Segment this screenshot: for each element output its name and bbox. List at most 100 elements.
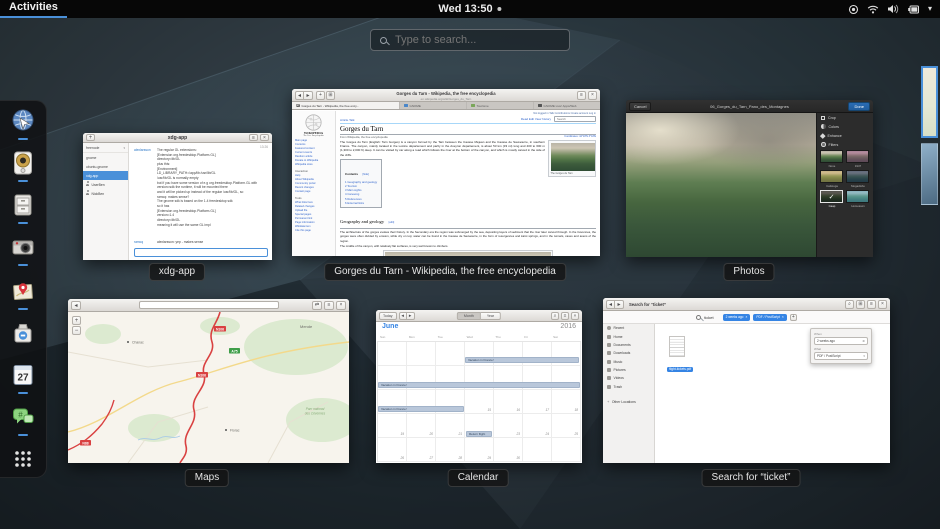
- calendar-cell[interactable]: [407, 342, 436, 366]
- workspace-thumbnail-1[interactable]: [921, 66, 938, 138]
- calendar-cell[interactable]: [523, 438, 552, 462]
- room-item[interactable]: ubuntu-gnome: [83, 162, 128, 171]
- sidebar-item-videos[interactable]: Videos: [603, 374, 654, 382]
- dock-item-calendar[interactable]: 27: [10, 362, 36, 388]
- calendar-cell[interactable]: [378, 342, 407, 366]
- calendar-cell[interactable]: 29: [465, 438, 494, 462]
- add-room-button[interactable]: +: [86, 134, 95, 141]
- calendar-cell[interactable]: 26: [378, 438, 407, 462]
- window-maps[interactable]: ◂ ⇄ ≡ × N106 A75: [68, 299, 349, 463]
- calendar-cell[interactable]: 24: [523, 414, 552, 438]
- dock-item-rhythmbox[interactable]: [10, 150, 36, 176]
- wiki-personal-bar[interactable]: Not logged in Talk Contributions Create …: [533, 112, 596, 115]
- calendar-cell[interactable]: 25: [552, 414, 581, 438]
- message-input[interactable]: [134, 248, 268, 257]
- sidebar-item-trash[interactable]: Trash: [603, 383, 654, 391]
- filter-calistoga[interactable]: Calistoga: [820, 170, 844, 188]
- wiki-tabs-left[interactable]: Article Talk: [340, 118, 354, 122]
- dock-item-web-browser[interactable]: [10, 108, 36, 134]
- search-input[interactable]: [395, 34, 560, 46]
- activities-button[interactable]: Activities: [0, 0, 67, 18]
- menu-icon[interactable]: ≡: [249, 134, 258, 141]
- calendar-cell[interactable]: 20: [407, 414, 436, 438]
- dock-item-polari[interactable]: #: [10, 404, 36, 430]
- wiki-tools-links[interactable]: What links here Related changes Upload f…: [295, 201, 332, 233]
- tool-crop[interactable]: Crop: [817, 113, 873, 122]
- new-tab-icon[interactable]: +: [316, 91, 325, 100]
- tab-wikipedia[interactable]: WGorges du Tarn - Wikipedia, the free en…: [292, 102, 400, 109]
- workspace-thumbnail-2[interactable]: [921, 143, 938, 205]
- dock-item-maps[interactable]: [10, 278, 36, 304]
- article-image-box[interactable]: The Gorges du Tarn: [548, 140, 596, 177]
- article-coordinates[interactable]: Coordinates: 44°18′N 3°18′E: [564, 135, 596, 139]
- calendar-cell[interactable]: 28: [436, 438, 465, 462]
- room-item-active[interactable]: xdg-app: [83, 171, 128, 180]
- calendar-cell[interactable]: 27: [407, 438, 436, 462]
- tool-enhance[interactable]: Enhance: [817, 131, 873, 140]
- year-view-toggle[interactable]: Year: [481, 312, 501, 320]
- view-toggle-icon[interactable]: ⊞: [856, 300, 865, 309]
- cancel-button[interactable]: Cancel: [629, 102, 651, 111]
- dock-item-files[interactable]: [10, 192, 36, 218]
- user-item[interactable]: UserBen: [83, 180, 128, 189]
- user-item[interactable]: NickBen: [83, 189, 128, 198]
- system-status-area[interactable]: ▾: [848, 0, 932, 18]
- filter-chip-date[interactable]: 2 weeks ago×: [723, 314, 751, 321]
- search-query[interactable]: ticket: [704, 315, 713, 320]
- clock-button[interactable]: Wed 13:50: [438, 3, 501, 15]
- overview-search[interactable]: [370, 29, 570, 51]
- window-photos[interactable]: Cancel 06_Gorges_du_Tarn_Pano_des_Montag…: [626, 100, 873, 257]
- zo om-in-button[interactable]: +: [72, 316, 81, 325]
- calendar-cell[interactable]: [436, 342, 465, 366]
- today-button[interactable]: Today: [379, 312, 397, 320]
- pages-icon[interactable]: ⊞: [326, 91, 335, 100]
- calendar-cell[interactable]: [552, 438, 581, 462]
- filter-1947[interactable]: 1947: [846, 150, 870, 168]
- zoom-out-button[interactable]: −: [72, 326, 81, 335]
- back-icon[interactable]: ◂: [295, 91, 304, 100]
- menu-icon[interactable]: ≡: [867, 300, 876, 309]
- tool-colors[interactable]: Colors: [817, 122, 873, 131]
- event-bar[interactable]: Vacation in France!: [378, 406, 464, 412]
- network-selector[interactable]: freenode ▾: [83, 143, 128, 153]
- dock-item-software[interactable]: [10, 320, 36, 346]
- close-icon[interactable]: ×: [588, 91, 597, 100]
- window-calendar[interactable]: Today ◂ ▸ Month Year ⌕ ≡ × June 2016 Sun…: [376, 310, 582, 463]
- calendar-cell[interactable]: 18: [552, 390, 581, 414]
- filter-hometown[interactable]: Hometown: [846, 190, 870, 208]
- prev-month-icon[interactable]: ◂: [399, 312, 407, 320]
- filter-chip-type[interactable]: PDF / PostScript×: [753, 314, 786, 321]
- forward-icon[interactable]: ▸: [304, 91, 313, 100]
- sidebar-item-recent[interactable]: Recent: [603, 324, 654, 332]
- tool-filters[interactable]: Filters: [817, 140, 873, 149]
- maps-search-input[interactable]: [139, 301, 279, 309]
- search-icon[interactable]: ⌕: [551, 312, 559, 320]
- calendar-cell[interactable]: 19: [378, 414, 407, 438]
- contents-hide-link[interactable]: [hide]: [362, 173, 368, 176]
- sidebar-item-other-locations[interactable]: +Other Locations: [603, 397, 654, 406]
- back-icon[interactable]: ◂: [606, 300, 615, 309]
- tab-tourisme[interactable]: Tourisme: [467, 102, 534, 109]
- tab-gnome-live[interactable]: GNOME Live! Apps/Web: [534, 102, 600, 109]
- what-select[interactable]: PDF / PostScript▾: [814, 352, 868, 360]
- menu-icon[interactable]: ≡: [324, 301, 334, 310]
- calendar-cell[interactable]: 17: [523, 390, 552, 414]
- menu-icon[interactable]: ≡: [561, 312, 569, 320]
- event-bar[interactable]: Vacation in France!: [465, 357, 579, 363]
- close-icon[interactable]: ×: [260, 134, 269, 141]
- dock-item-show-applications[interactable]: [10, 446, 36, 472]
- when-select[interactable]: 2 weeks ago⊗: [814, 337, 868, 345]
- file-item[interactable]: flight-tickets.pdf: [667, 336, 687, 375]
- room-item[interactable]: gnome: [83, 153, 128, 162]
- event-bar[interactable]: Vacation in France!: [378, 382, 580, 388]
- next-month-icon[interactable]: ▸: [407, 312, 415, 320]
- close-icon[interactable]: ×: [878, 300, 887, 309]
- wiki-search-input[interactable]: [554, 116, 596, 122]
- filter-none[interactable]: None: [820, 150, 844, 168]
- calendar-cell[interactable]: 23: [494, 414, 523, 438]
- forward-icon[interactable]: ▸: [615, 300, 624, 309]
- back-icon[interactable]: ◂: [71, 301, 81, 310]
- close-icon[interactable]: ×: [571, 312, 579, 320]
- window-web-browser[interactable]: ◂ ▸ + ⊞ Gorges du Tarn - Wikipedia, the …: [292, 89, 600, 256]
- sidebar-item-pictures[interactable]: Pictures: [603, 366, 654, 374]
